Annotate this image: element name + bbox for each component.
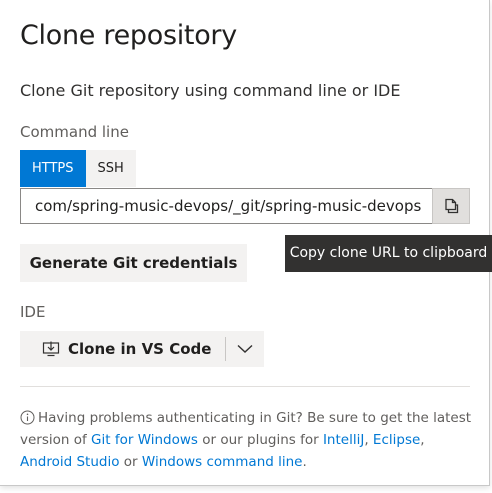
android-studio-link[interactable]: Android Studio xyxy=(20,454,119,470)
dialog-title: Clone repository xyxy=(20,20,237,51)
protocol-tabs: HTTPS SSH xyxy=(20,150,136,187)
windows-command-line-link[interactable]: Windows command line xyxy=(142,454,303,470)
clone-in-vscode-button[interactable]: Clone in VS Code xyxy=(20,331,225,367)
generate-git-credentials-button[interactable]: Generate Git credentials xyxy=(20,244,247,282)
clone-options-dropdown[interactable] xyxy=(226,331,264,367)
help-text-3: , xyxy=(364,432,373,448)
tab-ssh[interactable]: SSH xyxy=(85,150,136,187)
command-line-label: Command line xyxy=(20,123,129,141)
intellij-link[interactable]: IntelliJ xyxy=(323,432,364,448)
help-text-4: , xyxy=(420,432,425,448)
copy-url-tooltip: Copy clone URL to clipboard xyxy=(285,235,492,272)
dialog-subtitle: Clone Git repository using command line … xyxy=(20,81,401,100)
chevron-down-icon xyxy=(237,344,253,353)
help-text-5: or xyxy=(119,454,142,470)
git-for-windows-link[interactable]: Git for Windows xyxy=(91,432,198,448)
help-text-6: . xyxy=(302,454,307,470)
info-icon xyxy=(20,410,35,425)
download-to-computer-icon xyxy=(42,341,60,357)
clone-url-row xyxy=(20,188,470,224)
tab-https[interactable]: HTTPS xyxy=(20,150,86,187)
copy-icon xyxy=(445,198,459,213)
help-text: Having problems authenticating in Git? B… xyxy=(20,407,475,473)
help-text-2: or our plugins for xyxy=(197,432,323,448)
ide-label: IDE xyxy=(20,303,46,321)
clone-url-input[interactable] xyxy=(20,188,432,224)
clone-in-vscode-split-button: Clone in VS Code xyxy=(20,331,265,367)
clone-in-vscode-label: Clone in VS Code xyxy=(68,340,212,358)
section-divider xyxy=(20,386,470,387)
copy-url-button[interactable] xyxy=(432,188,470,224)
eclipse-link[interactable]: Eclipse xyxy=(373,432,420,448)
